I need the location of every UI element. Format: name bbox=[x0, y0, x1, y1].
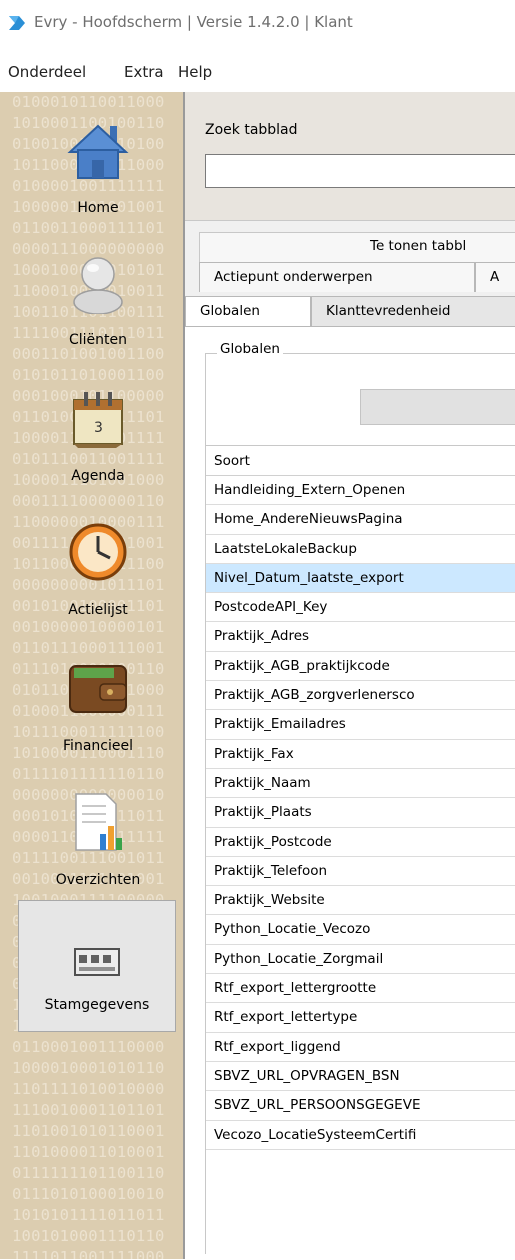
table-row[interactable]: PostcodeAPI_Key bbox=[206, 593, 515, 623]
sidebar-item-label: Home bbox=[77, 200, 119, 216]
tab-actiepunt-onderwerpen[interactable]: Actiepunt onderwerpen bbox=[199, 262, 475, 292]
table-row[interactable]: Python_Locatie_Vecozo bbox=[206, 915, 515, 945]
tab-label: Klanttevredenheid bbox=[326, 303, 451, 319]
sidebar-item-label: Financieel bbox=[63, 738, 133, 754]
table-row[interactable]: Praktijk_Naam bbox=[206, 768, 515, 799]
tab-label: Globalen bbox=[200, 303, 260, 319]
calendar-icon: 3 bbox=[73, 392, 123, 448]
table-row[interactable]: Praktijk_Adres bbox=[206, 622, 515, 652]
menu-onderdeel[interactable]: Onderdeel bbox=[8, 63, 86, 81]
table-row[interactable]: Praktijk_Website bbox=[206, 886, 515, 916]
window-title: Evry - Hoofdscherm | Versie 1.4.2.0 | Kl… bbox=[34, 13, 353, 31]
sidebar-item-clienten[interactable]: Cliënten bbox=[14, 232, 182, 362]
house-icon bbox=[67, 124, 129, 179]
table-row[interactable]: Praktijk_Fax bbox=[206, 739, 515, 769]
table-row[interactable]: Rtf_export_liggend bbox=[206, 1032, 515, 1062]
tabs-header-label: Te tonen tabbl bbox=[370, 238, 467, 254]
groupbox-title: Globalen bbox=[217, 341, 283, 357]
menu-bar: Onderdeel Extra Help bbox=[0, 56, 515, 92]
sidebar: 0100010110011000 1010001100100110 010010… bbox=[0, 92, 185, 1259]
menu-extra[interactable]: Extra bbox=[124, 63, 164, 81]
sidebar-item-label: Stamgegevens bbox=[44, 997, 150, 1013]
tab-label: A bbox=[490, 269, 500, 285]
tab-label: Actiepunt onderwerpen bbox=[214, 269, 373, 285]
app-logo-icon bbox=[9, 16, 25, 30]
report-icon bbox=[75, 793, 122, 851]
table-row[interactable]: Praktijk_AGB_praktijkcode bbox=[206, 651, 515, 682]
sidebar-item-stamgegevens[interactable]: Stamgegevens bbox=[18, 900, 176, 1032]
table-row[interactable]: SBVZ_URL_PERSOONSGEGEVE bbox=[206, 1091, 515, 1121]
tab-globalen[interactable]: Globalen bbox=[185, 296, 311, 326]
database-icon bbox=[74, 948, 120, 976]
sidebar-item-financieel[interactable]: Financieel bbox=[14, 638, 182, 768]
clock-icon bbox=[69, 523, 127, 581]
wallet-icon bbox=[69, 665, 127, 713]
search-input[interactable] bbox=[205, 154, 515, 188]
table-row[interactable]: Handleiding_Extern_Openen bbox=[206, 476, 515, 506]
globalen-panel: Globalen Soort Handleiding_Extern_Openen… bbox=[185, 326, 515, 1260]
table-row[interactable]: Nivel_Datum_laatste_export bbox=[206, 563, 515, 594]
sidebar-item-home[interactable]: Home bbox=[14, 100, 182, 230]
svg-text:3: 3 bbox=[94, 420, 103, 436]
sidebar-item-label: Cliënten bbox=[68, 332, 128, 348]
tab-klanttevredenheid[interactable]: Klanttevredenheid bbox=[311, 296, 515, 326]
table-row[interactable]: Rtf_export_lettergrootte bbox=[206, 974, 515, 1004]
sidebar-item-label: Overzichten bbox=[55, 872, 141, 888]
sidebar-item-overzichten[interactable]: Overzichten bbox=[14, 772, 182, 902]
table-row[interactable]: Praktijk_Telefoon bbox=[206, 856, 515, 887]
search-panel: Zoek tabblad bbox=[185, 92, 515, 221]
sidebar-item-agenda[interactable]: 3 Agenda bbox=[14, 368, 182, 498]
sidebar-item-actielijst[interactable]: Actielijst bbox=[14, 502, 182, 632]
main-area: Zoek tabblad Te tonen tabbl Actiepunt on… bbox=[185, 92, 515, 1260]
person-icon bbox=[73, 257, 123, 314]
table-row[interactable]: Rtf_export_lettertype bbox=[206, 1003, 515, 1033]
table-row[interactable]: LaatsteLokaleBackup bbox=[206, 534, 515, 564]
column-header-soort[interactable]: Soort bbox=[206, 446, 515, 476]
table-row[interactable]: Praktijk_Postcode bbox=[206, 827, 515, 857]
table-row[interactable]: Praktijk_Plaats bbox=[206, 798, 515, 828]
sidebar-item-label: Agenda bbox=[71, 468, 125, 484]
table-row[interactable]: Home_AndereNieuwsPagina bbox=[206, 505, 515, 535]
tabs-header: Te tonen tabbl bbox=[199, 232, 515, 263]
menu-help[interactable]: Help bbox=[178, 63, 212, 81]
table-row[interactable]: Vecozo_LocatieSysteemCertifi bbox=[206, 1120, 515, 1150]
tab-a[interactable]: A bbox=[475, 262, 515, 292]
table-row[interactable]: Praktijk_Emailadres bbox=[206, 710, 515, 740]
table-row[interactable]: Python_Locatie_Zorgmail bbox=[206, 944, 515, 975]
search-label: Zoek tabblad bbox=[205, 122, 298, 138]
title-bar: Evry - Hoofdscherm | Versie 1.4.2.0 | Kl… bbox=[0, 0, 515, 56]
globalen-table: Soort Handleiding_Extern_Openen Home_Ande… bbox=[205, 445, 515, 1150]
sidebar-item-label: Actielijst bbox=[68, 602, 128, 618]
table-row[interactable]: SBVZ_URL_OPVRAGEN_BSN bbox=[206, 1061, 515, 1092]
action-button[interactable] bbox=[360, 389, 515, 425]
table-row[interactable]: Praktijk_AGB_zorgverlenersco bbox=[206, 681, 515, 711]
